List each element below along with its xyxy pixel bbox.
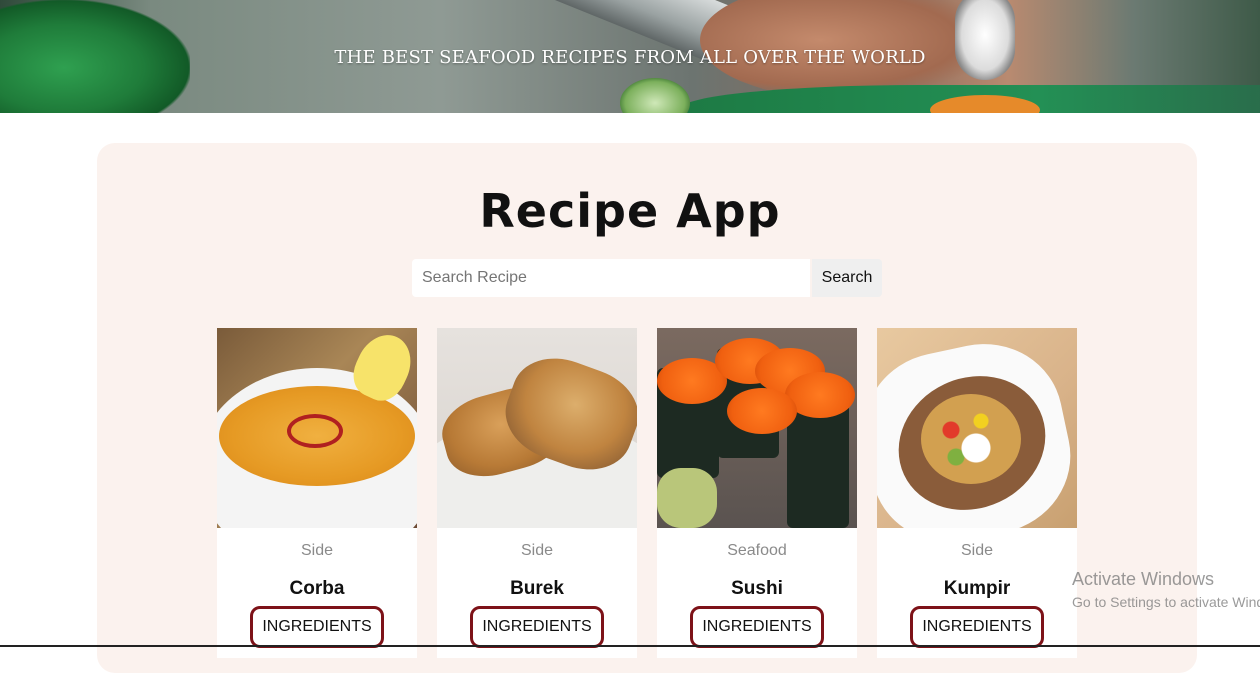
recipe-image-kumpir (877, 328, 1077, 528)
watermark-subtitle: Go to Settings to activate Windows. (1072, 594, 1260, 610)
search-input[interactable] (412, 259, 810, 297)
recipe-card-burek: Side Burek INGREDIENTS (437, 328, 637, 658)
activate-windows-watermark: Activate Windows Go to Settings to activ… (1072, 569, 1260, 610)
ingredients-button[interactable]: INGREDIENTS (250, 606, 384, 648)
hero-banner: THE BEST SEAFOOD RECIPES FROM ALL OVER T… (0, 0, 1260, 113)
watermark-title: Activate Windows (1072, 569, 1215, 589)
recipe-category: Side (960, 542, 994, 559)
ingredients-button[interactable]: INGREDIENTS (470, 606, 604, 648)
recipe-card-sushi: Seafood Sushi INGREDIENTS (657, 328, 857, 658)
hero-cucumber-image (620, 78, 690, 113)
recipe-name: Kumpir (943, 578, 1011, 599)
recipe-card-corba: Side Corba INGREDIENTS (217, 328, 417, 658)
recipe-image-corba (217, 328, 417, 528)
hero-tagline: THE BEST SEAFOOD RECIPES FROM ALL OVER T… (334, 47, 926, 68)
hero-watch-image (955, 0, 1015, 80)
recipe-image-burek (437, 328, 637, 528)
recipe-category: Seafood (727, 542, 787, 559)
recipe-card-kumpir: Side Kumpir INGREDIENTS (877, 328, 1077, 658)
recipe-image-sushi (657, 328, 857, 528)
ingredients-button[interactable]: INGREDIENTS (690, 606, 824, 648)
recipe-name: Burek (510, 578, 564, 599)
recipe-category: Side (300, 542, 334, 559)
recipe-name: Corba (289, 578, 345, 599)
page-title: Recipe App (479, 184, 781, 238)
recipe-name: Sushi (731, 578, 783, 599)
ingredients-button[interactable]: INGREDIENTS (910, 606, 1044, 648)
search-button[interactable]: Search (812, 259, 882, 297)
recipe-category: Side (520, 542, 554, 559)
